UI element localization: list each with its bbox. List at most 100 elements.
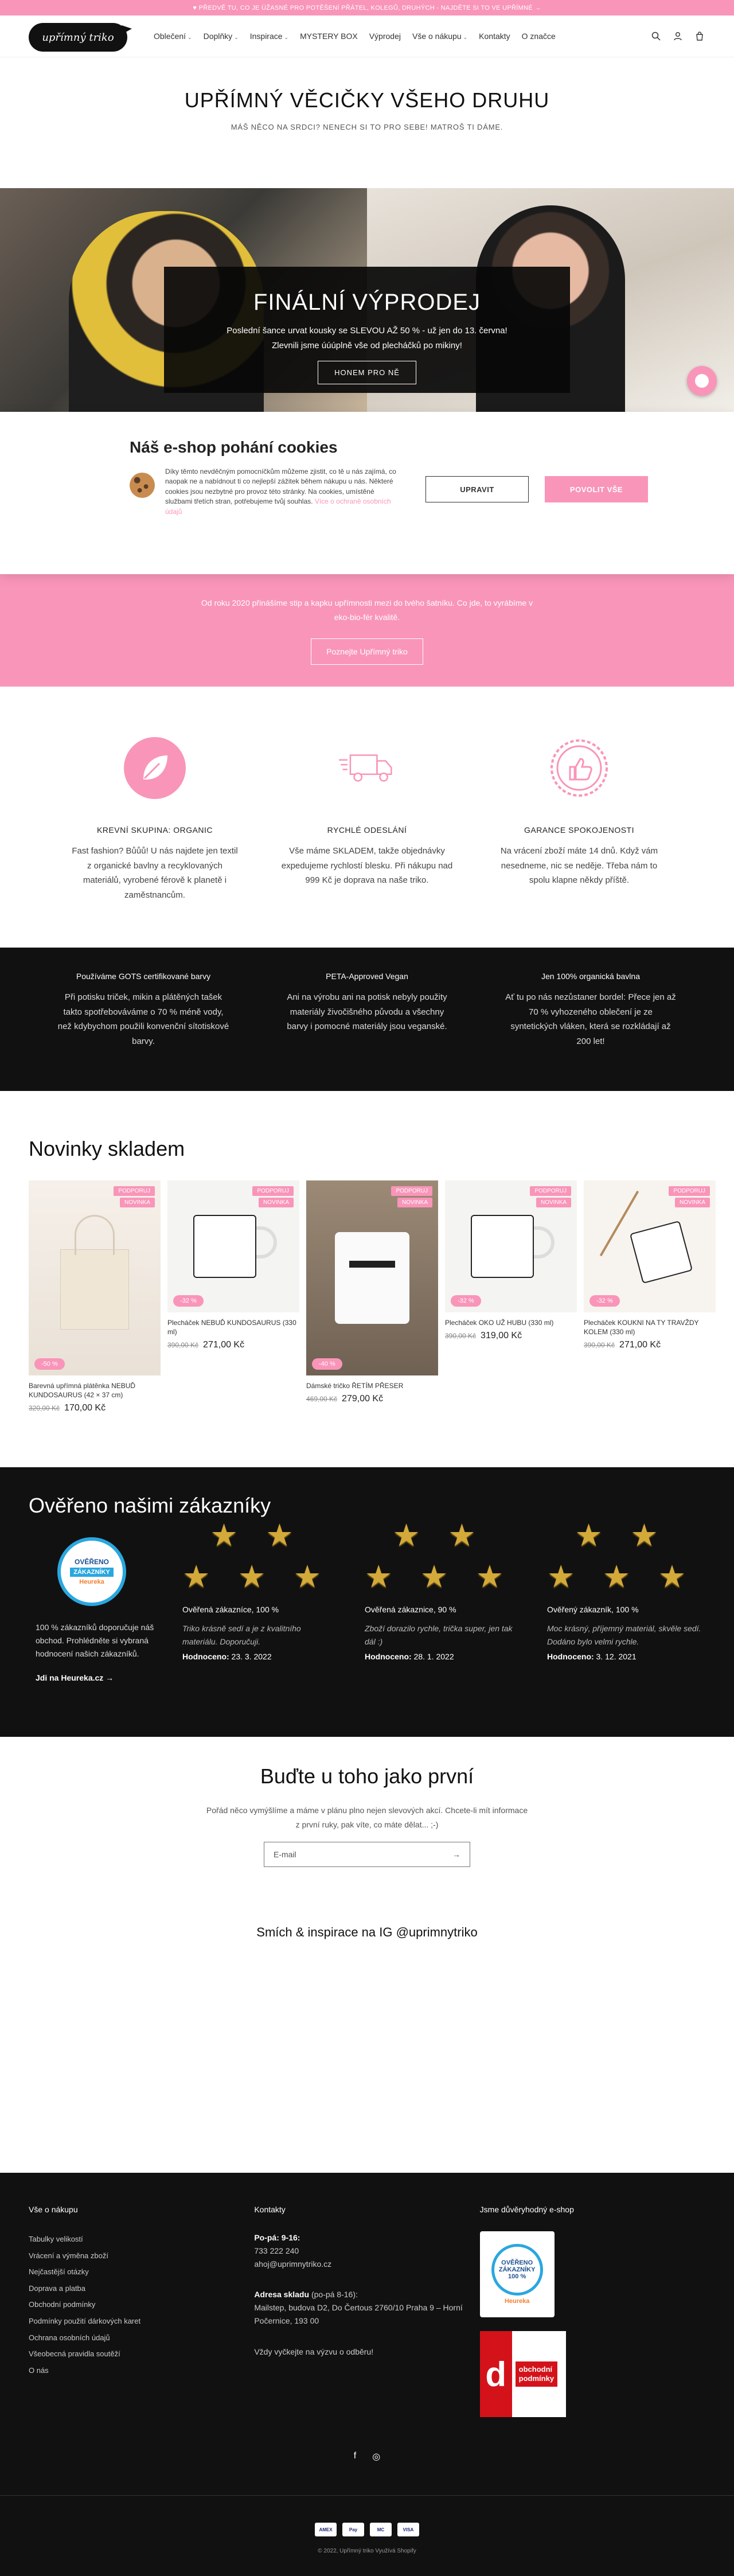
address-hours: (po-pá 8-16): <box>311 2290 358 2300</box>
footer-heading: Vše o nákupu <box>29 2205 78 2214</box>
chevron-down-icon: ⌄ <box>284 34 289 40</box>
product-badge: NOVINKA <box>397 1198 432 1207</box>
product-name[interactable]: Plecháček NEBUĎ KUNDOSAURUS (330 ml) <box>167 1318 299 1336</box>
hero-title: FINÁLNÍ VÝPRODEJ <box>253 290 481 315</box>
hero-box: FINÁLNÍ VÝPRODEJ Poslední šance urvat ko… <box>164 267 570 393</box>
product-badge: PODPORUJ <box>391 1186 432 1196</box>
payment-icon: VISA <box>397 2523 419 2536</box>
dtest-badge[interactable]: d obchodní podmínky <box>479 2331 566 2417</box>
product-name[interactable]: Plecháček KOUKNI NA TY TRAVŽDY KOLEM (33… <box>584 1318 716 1336</box>
review-card: ★ ★ ★ ★ ★ Ověřený zákazník, 100 % Moc krásný… <box>547 1518 702 1682</box>
facebook-icon[interactable]: f <box>354 2451 356 2462</box>
sale-badge: -40 % <box>312 1358 342 1370</box>
old-price: 469,00 Kč <box>306 1395 338 1404</box>
instagram-section: Smích & inspirace na IG @uprimnytriko <box>0 1874 734 2173</box>
old-price: 390,00 Kč <box>584 1341 615 1350</box>
announcement-bar[interactable]: ♥ PŘEDVĚ TU, CO JE ÚŽASNÉ PRO POTĚŠENÍ P… <box>0 0 734 15</box>
footer-link[interactable]: Nejčastější otázky <box>29 2264 254 2281</box>
account-icon[interactable] <box>672 30 684 42</box>
nav-item-0[interactable]: Oblečení ⌄ <box>154 32 192 41</box>
newsletter-section: Buďte u toho jako první Pořád něco vymýš… <box>0 1737 734 1874</box>
footer-link[interactable]: O nás <box>29 2363 254 2379</box>
cookie-settings-button[interactable]: UPRAVIT <box>425 476 529 502</box>
nav-item-2[interactable]: Inspirace ⌄ <box>250 32 288 41</box>
hero-button[interactable]: HONEM PRO NĚ <box>318 361 416 384</box>
search-icon[interactable] <box>650 30 662 42</box>
newsletter-title: Buďte u toho jako první <box>260 1764 474 1788</box>
newsletter-text: Pořád něco vymýšlíme a máme v plánu plno… <box>206 1806 528 1815</box>
old-price: 390,00 Kč <box>167 1341 199 1350</box>
footer-link[interactable]: Vrácení a výměna zboží <box>29 2248 254 2265</box>
nav-item-5[interactable]: Vše o nákupu ⌄ <box>412 32 467 41</box>
cert-title: Jen 100% organická bavlna <box>541 972 640 981</box>
nav-label: Oblečení <box>154 32 186 41</box>
arrow-right-icon[interactable]: → <box>452 1850 460 1859</box>
footer: Vše o nákupu Tabulky velikostí Vrácení a … <box>0 2173 734 2576</box>
brand-band-button[interactable]: Poznejte Upřímný triko <box>311 638 423 665</box>
cert-text: Ať tu po nás nezůstaner bordel: Přece je… <box>505 992 676 1046</box>
copyright: © 2022, Upřímný triko Využívá Shopify <box>318 2548 416 2554</box>
product-card[interactable]: PODPORUJ NOVINKA -32 % Plecháček NEBUĎ KU… <box>167 1180 299 1413</box>
feature-text: Na vrácení zboží máte 14 dnů. Když vám n… <box>500 846 658 885</box>
site-header: upřímný triko Oblečení ⌄ Doplňky ⌄ Inspirace… <box>0 15 734 57</box>
instagram-icon[interactable]: ◎ <box>372 2451 380 2462</box>
thumbs-up-icon <box>548 737 610 799</box>
payment-icon: AMEX <box>315 2523 337 2536</box>
heureka-badge[interactable]: OVĚŘENO ZÁKAZNÍKY Heureka <box>57 1537 126 1606</box>
badge-line: Heureka <box>504 2298 530 2305</box>
badge-line: Heureka <box>79 1579 104 1585</box>
heureka-trust-badge[interactable]: OVĚŘENO ZÁKAZNÍKY 100 % Heureka <box>479 2231 555 2317</box>
stars-icon: ★ ★ ★ ★ ★ <box>547 1518 686 1594</box>
product-name[interactable]: Dámské tričko ŘETÍM PŘESER <box>306 1381 438 1390</box>
footer-link[interactable]: Tabulky velikostí <box>29 2231 254 2248</box>
heureka-link[interactable]: Jdi na Heureka.cz → <box>29 1673 155 1682</box>
product-name[interactable]: Plecháček OKO UŽ HUBU (330 ml) <box>445 1318 577 1327</box>
feature-title: RYCHLÉ ODESLÁNÍ <box>327 825 407 835</box>
product-card[interactable]: PODPORUJ NOVINKA -32 % Plecháček OKO UŽ H… <box>445 1180 577 1413</box>
product-card[interactable]: PODPORUJ NOVINKA -32 % Plecháček KOUKNI N… <box>584 1180 716 1413</box>
product-image[interactable]: PODPORUJ NOVINKA -40 % <box>306 1180 438 1375</box>
cookie-title: Náš e-shop pohání cookies <box>130 438 338 456</box>
email-placeholder: E-mail <box>274 1850 296 1859</box>
intro-title: UPŘÍMNÝ VĚCIČKY VŠEHO DRUHU <box>184 88 550 112</box>
phone[interactable]: 733 222 240 <box>254 2246 299 2255</box>
product-badge: NOVINKA <box>674 1198 710 1207</box>
nav-item-3[interactable]: MYSTERY BOX <box>300 32 358 41</box>
footer-link[interactable]: Obchodní podmínky <box>29 2297 254 2313</box>
sale-price: 170,00 Kč <box>64 1403 106 1413</box>
product-image[interactable]: PODPORUJ NOVINKA -32 % <box>167 1180 299 1312</box>
chevron-down-icon: ⌄ <box>188 34 192 40</box>
nav-item-4[interactable]: Výprodej <box>369 32 401 41</box>
address: Mailstep, budova D2, Do Čertous 2760/10 … <box>254 2303 463 2326</box>
section-title: Novinky skladem <box>29 1137 185 1160</box>
pickup-note: Vždy vyčkejte na výzvu o odběru! <box>254 2347 374 2356</box>
email-link[interactable]: ahoj@uprimnytriko.cz <box>254 2259 331 2269</box>
nav-item-7[interactable]: O značce <box>522 32 556 41</box>
product-card[interactable]: PODPORUJ NOVINKA -50 % Barevná upřímná pl… <box>29 1180 161 1413</box>
cart-icon[interactable] <box>694 30 705 42</box>
footer-link[interactable]: Ochrana osobních údajů <box>29 2330 254 2347</box>
social-links: f ◎ <box>0 2451 734 2462</box>
footer-link[interactable]: Podmínky použití dárkových karet <box>29 2313 254 2330</box>
footer-link[interactable]: Všeobecná pravidla soutěží <box>29 2346 254 2363</box>
cookie-accept-all-button[interactable]: POVOLIT VŠE <box>545 476 648 502</box>
payment-icon: Pay <box>342 2523 364 2536</box>
sale-price: 271,00 Kč <box>203 1340 245 1350</box>
product-image[interactable]: PODPORUJ NOVINKA -32 % <box>584 1180 716 1312</box>
review-text: Triko krásně sedí a je z kvalitního mate… <box>182 1624 301 1647</box>
nav-item-1[interactable]: Doplňky ⌄ <box>204 32 239 41</box>
review-head: Ověřená zákaznice, 90 % <box>365 1605 456 1614</box>
chat-widget-icon[interactable] <box>687 366 717 396</box>
hours-label: Po-pá: 9-16: <box>254 2233 300 2242</box>
product-name[interactable]: Barevná upřímná plátěnka NEBUĎ KUNDOSAUR… <box>29 1381 161 1400</box>
product-image[interactable]: PODPORUJ NOVINKA -50 % <box>29 1180 161 1375</box>
product-card[interactable]: PODPORUJ NOVINKA -40 % Dámské tričko ŘETÍ… <box>306 1180 438 1413</box>
cert-gots: Používáme GOTS certifikované barvy Při p… <box>57 972 229 1091</box>
logo[interactable]: upřímný triko <box>29 18 132 54</box>
product-image[interactable]: PODPORUJ NOVINKA -32 % <box>445 1180 577 1312</box>
review-date: 3. 12. 2021 <box>596 1652 637 1662</box>
email-field[interactable]: E-mail → <box>264 1842 470 1867</box>
footer-link[interactable]: Doprava a platba <box>29 2281 254 2297</box>
nav-item-6[interactable]: Kontakty <box>479 32 510 41</box>
cookie-icon <box>130 473 155 498</box>
